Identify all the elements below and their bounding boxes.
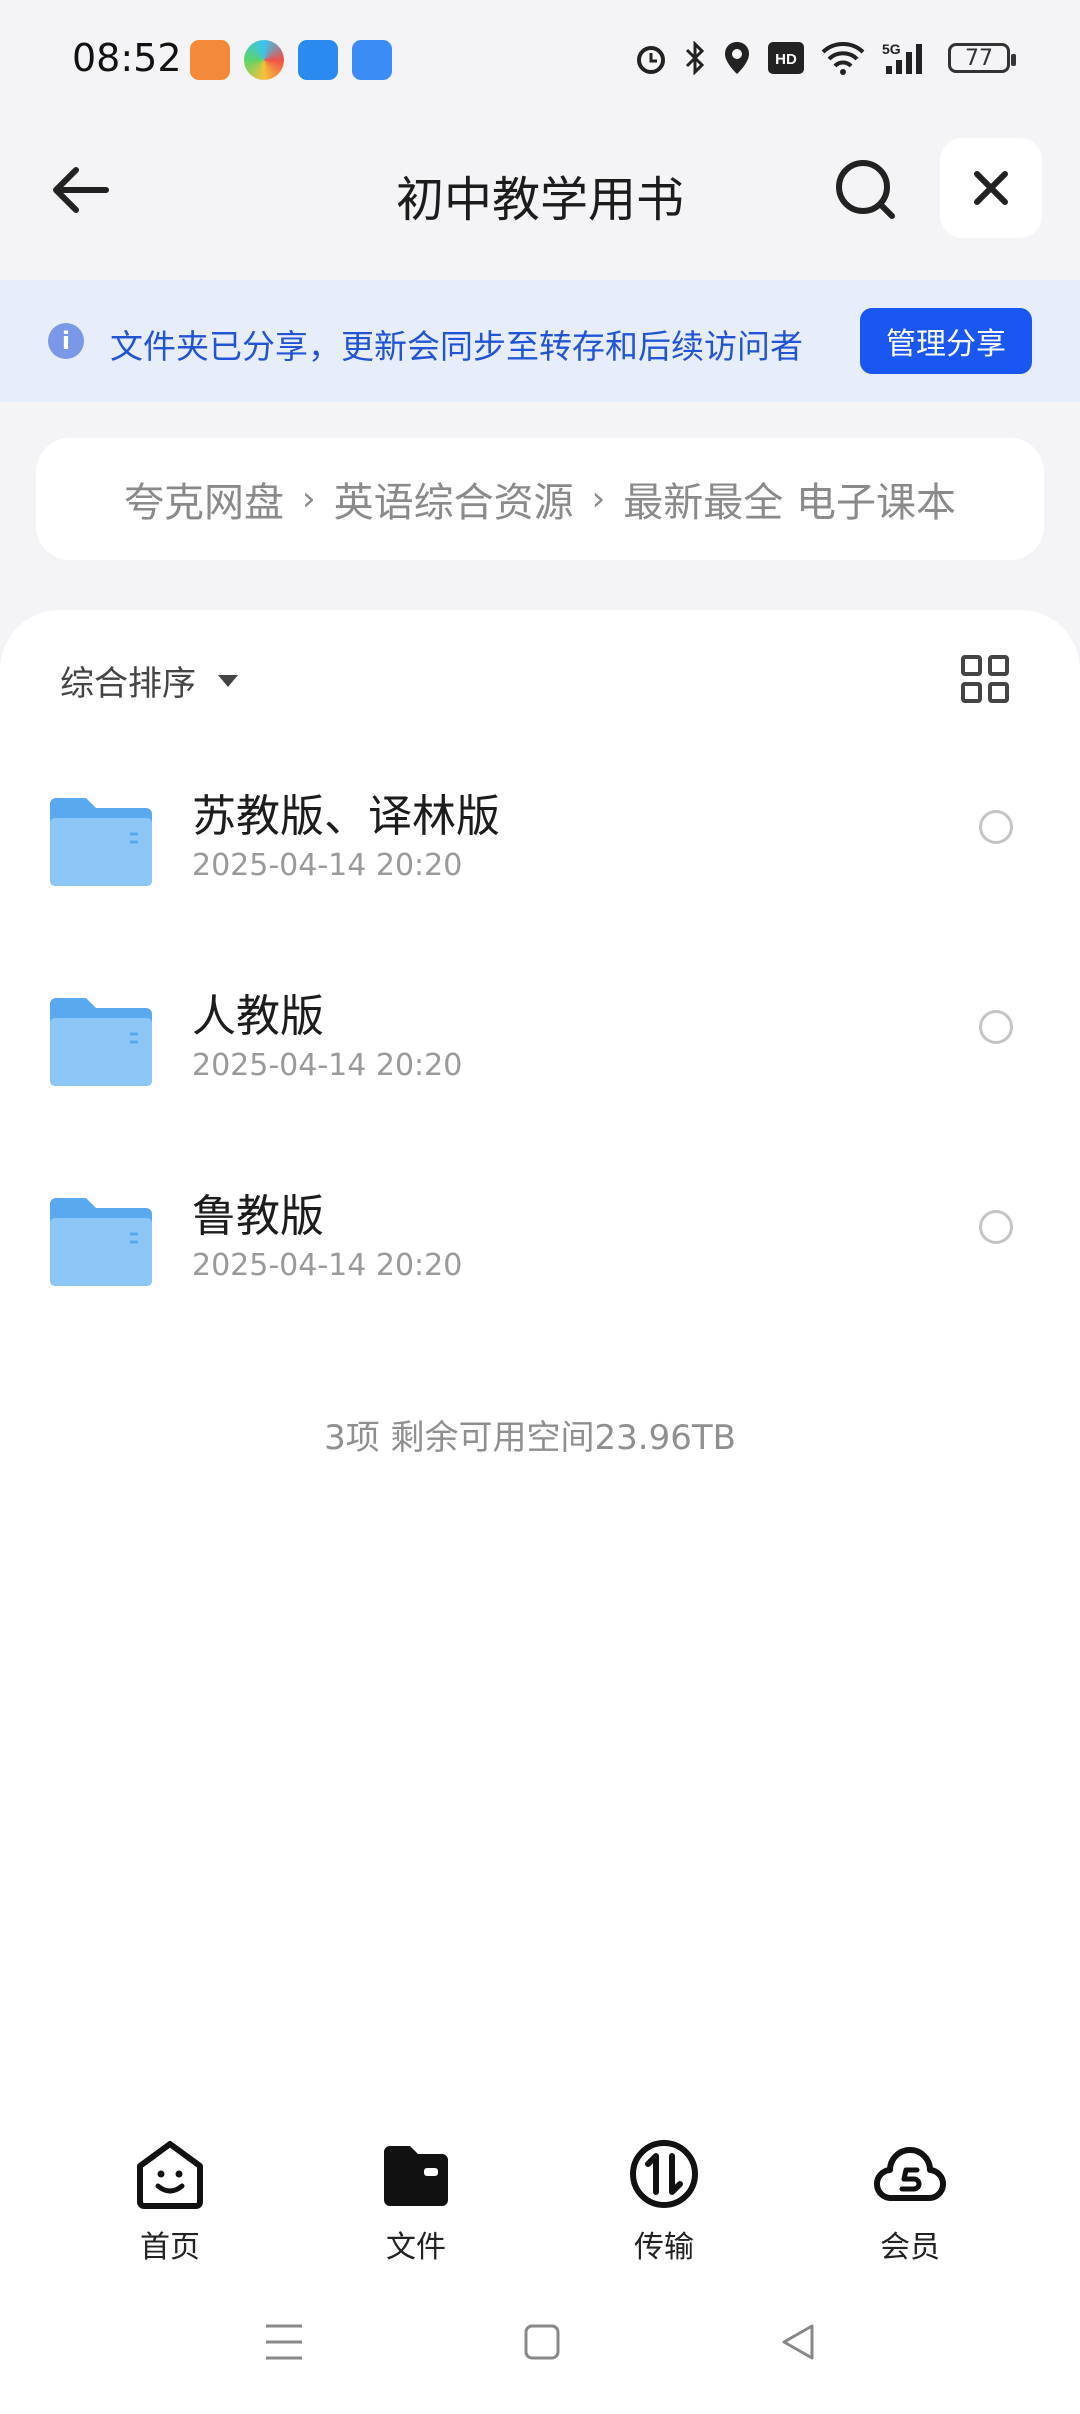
search-button[interactable] [830, 150, 910, 230]
nav-membership[interactable]: 会员 [840, 2136, 980, 2266]
folder-icon [50, 998, 152, 1086]
5g-signal-icon: 5G [882, 41, 922, 74]
breadcrumb-item[interactable]: 英语综合资源 [334, 470, 574, 528]
select-radio[interactable] [979, 1210, 1013, 1244]
breadcrumb: 夸克网盘 › 英语综合资源 › 最新最全 电子课本 [36, 438, 1044, 560]
select-radio[interactable] [979, 1010, 1013, 1044]
app-notification-icon [352, 40, 392, 80]
nav-transfer[interactable]: 传输 [594, 2136, 734, 2266]
info-icon: i [48, 323, 84, 359]
folder-wallet-icon [384, 2146, 448, 2206]
storage-summary: 3项 剩余可用空间23.96TB [324, 1418, 736, 1458]
file-name: 鲁教版 [192, 1191, 324, 1242]
file-name: 苏教版、译林版 [192, 791, 500, 842]
status-icons: HD 5G 77 [634, 40, 1016, 76]
svg-text:HD: HD [775, 51, 797, 68]
sort-dropdown[interactable]: 综合排序 [60, 656, 238, 705]
nav-home[interactable]: 首页 [100, 2136, 240, 2266]
app-notification-icon [190, 40, 230, 80]
menu-icon[interactable] [262, 2320, 306, 2364]
share-banner-text: 文件夹已分享，更新会同步至转存和后续访问者 [110, 327, 803, 366]
nav-label: 会员 [880, 2230, 940, 2265]
file-date: 2025-04-14 20:20 [192, 1048, 463, 1083]
file-date: 2025-04-14 20:20 [192, 1248, 463, 1283]
file-row[interactable]: 人教版 2025-04-14 20:20 [0, 950, 1080, 1150]
status-time: 08:52 [72, 36, 182, 80]
chevron-right-icon: › [302, 479, 316, 519]
alarm-icon [637, 46, 665, 74]
location-icon [725, 42, 749, 74]
select-radio[interactable] [979, 810, 1013, 844]
bottom-nav: 首页 文件 传输 会员 [0, 2136, 1080, 2276]
breadcrumb-item[interactable]: 最新最全 电子课本 [623, 470, 956, 528]
hd-icon: HD [768, 42, 804, 74]
grid-view-icon [961, 655, 1009, 703]
wifi-icon [821, 42, 865, 75]
membership-cloud-icon [873, 2147, 947, 2202]
chevron-right-icon: › [591, 479, 606, 519]
nav-label: 传输 [634, 2230, 694, 2265]
app-notification-icon [244, 40, 284, 80]
breadcrumb-item[interactable]: 夸克网盘 [124, 470, 284, 528]
folder-icon [50, 1198, 152, 1286]
nav-label: 文件 [386, 2230, 446, 2265]
file-name: 人教版 [192, 991, 324, 1042]
app-notification-icon [298, 40, 338, 80]
file-row[interactable]: 鲁教版 2025-04-14 20:20 [0, 1150, 1080, 1350]
battery-level: 77 [965, 45, 993, 71]
manage-share-button[interactable]: 管理分享 [860, 308, 1032, 374]
bluetooth-icon [685, 41, 705, 75]
page-title: 初中教学用书 [395, 172, 684, 228]
transfer-icon [630, 2140, 698, 2208]
file-row[interactable]: 苏教版、译林版 2025-04-14 20:20 [0, 750, 1080, 950]
close-button[interactable] [940, 138, 1042, 238]
home-face-icon [137, 2141, 203, 2209]
back-triangle-icon[interactable] [776, 2320, 820, 2364]
nav-files[interactable]: 文件 [346, 2136, 486, 2266]
folder-icon [50, 798, 152, 886]
home-square-icon[interactable] [522, 2320, 562, 2364]
svg-text:5G: 5G [882, 41, 901, 57]
close-icon [974, 171, 1008, 205]
grid-view-button[interactable] [960, 654, 1010, 704]
sort-label: 综合排序 [60, 664, 196, 704]
caret-down-icon [218, 674, 238, 687]
nav-label: 首页 [140, 2230, 200, 2265]
notification-icons [190, 40, 392, 80]
file-date: 2025-04-14 20:20 [192, 848, 463, 883]
system-nav-bar [0, 2320, 1080, 2380]
battery-icon: 77 [948, 43, 1016, 73]
search-icon [836, 160, 895, 219]
